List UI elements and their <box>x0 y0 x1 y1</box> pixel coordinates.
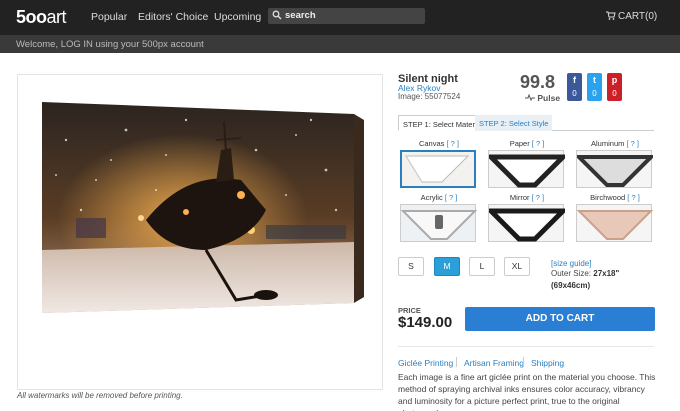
cart-label: CART(0) <box>618 11 658 22</box>
link-artisan-framing[interactable]: Artisan Framing <box>464 358 524 368</box>
twitter-icon: t <box>593 75 596 85</box>
link-giclee-printing[interactable]: Giclée Printing <box>398 358 453 368</box>
pulse-icon <box>525 93 535 102</box>
twitter-share-button[interactable]: t 0 <box>587 73 602 101</box>
tab-select-style[interactable]: STEP 2: Select Style <box>475 115 553 131</box>
add-to-cart-button[interactable]: ADD TO CART <box>465 307 655 331</box>
material-help[interactable]: [ ? ] <box>532 193 545 202</box>
image-preview-box <box>17 74 383 390</box>
material-label: Mirror <box>509 193 530 202</box>
material-help[interactable]: [ ? ] <box>532 139 545 148</box>
logo-thin: art <box>46 7 67 27</box>
link-shipping[interactable]: Shipping <box>531 358 564 368</box>
pulse-score: 99.8 <box>520 72 556 92</box>
size-guide-link[interactable]: [size guide] <box>551 259 591 268</box>
material-help[interactable]: [ ? ] <box>447 139 460 148</box>
nav-upcoming[interactable]: Upcoming <box>214 11 261 23</box>
material-mirror[interactable]: Mirror [ ? ] <box>484 193 570 242</box>
material-acrylic[interactable]: Acrylic [ ? ] <box>400 193 478 242</box>
material-canvas[interactable]: Canvas [ ? ] <box>400 139 478 188</box>
size-s-button[interactable]: S <box>398 257 424 276</box>
link-separator <box>523 357 524 367</box>
material-label: Birchwood <box>590 193 626 202</box>
size-xl-button[interactable]: XL <box>504 257 530 276</box>
facebook-share-button[interactable]: f 0 <box>567 73 582 101</box>
outer-size-cm: (69x46cm) <box>551 281 591 290</box>
welcome-bar: Welcome, LOG IN using your 500px account <box>0 35 680 53</box>
step-tabs: STEP 1: Select Material STEP 2: Select S… <box>398 115 654 131</box>
link-separator <box>456 357 457 367</box>
material-help[interactable]: [ ? ] <box>627 193 640 202</box>
material-label: Canvas <box>418 139 445 148</box>
cart-link[interactable]: CART(0) <box>606 11 657 22</box>
outer-size: Outer Size: 27x18" <box>551 269 620 278</box>
material-label: Aluminum <box>591 139 625 148</box>
price-value: $149.00 <box>398 314 453 331</box>
divider <box>398 346 654 347</box>
nav-popular[interactable]: Popular <box>91 11 127 23</box>
canvas-print-preview <box>36 100 366 315</box>
top-navbar: 5ooart Popular Editors' Choice Upcoming … <box>0 0 680 35</box>
canvas-thumbnail <box>400 150 476 188</box>
facebook-count: 0 <box>572 89 577 98</box>
material-aluminum[interactable]: Aluminum [ ? ] <box>574 139 656 188</box>
acrylic-thumbnail <box>400 204 478 242</box>
cart-icon <box>606 11 616 20</box>
welcome-text[interactable]: Welcome, LOG IN using your 500px account <box>16 39 204 50</box>
product-description: Each image is a fine art giclée print on… <box>398 372 656 411</box>
pinterest-count: 0 <box>612 89 617 98</box>
pinterest-icon: p <box>611 75 618 85</box>
facebook-icon: f <box>573 75 576 85</box>
birchwood-thumbnail <box>576 204 654 242</box>
watermark-caption: All watermarks will be removed before pr… <box>17 391 183 400</box>
size-m-button[interactable]: M <box>434 257 460 276</box>
mirror-thumbnail <box>484 204 570 242</box>
paper-thumbnail <box>484 150 570 188</box>
nav-editors-choice[interactable]: Editors' Choice <box>138 11 208 23</box>
material-paper[interactable]: Paper [ ? ] <box>484 139 570 188</box>
pinterest-share-button[interactable]: p 0 <box>607 73 622 101</box>
material-label: Paper <box>509 139 530 148</box>
logo[interactable]: 5ooart <box>16 7 67 28</box>
search-icon <box>272 10 282 20</box>
image-id: Image: 55077524 <box>398 92 461 101</box>
material-help[interactable]: [ ? ] <box>445 193 458 202</box>
material-birchwood[interactable]: Birchwood [ ? ] <box>576 193 654 242</box>
logo-main: 5oo <box>16 7 47 27</box>
pulse-label: Pulse <box>525 93 560 103</box>
size-l-button[interactable]: L <box>469 257 495 276</box>
material-help[interactable]: [ ? ] <box>626 139 639 148</box>
twitter-count: 0 <box>592 89 597 98</box>
search-text: search <box>285 10 316 21</box>
search-input[interactable]: search <box>268 8 425 24</box>
material-label: Acrylic <box>420 193 443 202</box>
aluminum-thumbnail <box>574 150 656 188</box>
photo-silent-night <box>42 102 364 313</box>
